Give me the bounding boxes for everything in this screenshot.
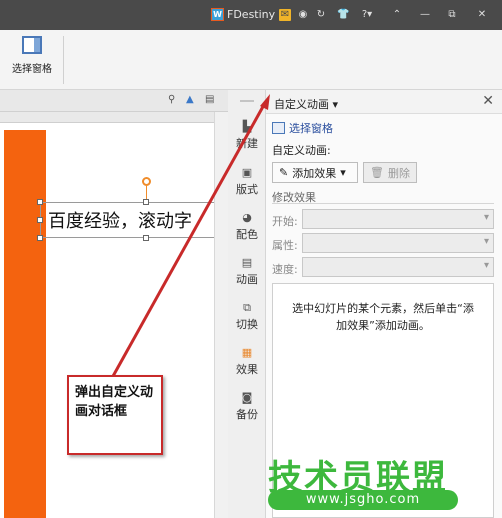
delete-button[interactable]: 🗑 删除 <box>363 162 417 183</box>
username: FDestiny <box>227 8 276 21</box>
restore-icon[interactable]: ⧉ <box>446 9 458 21</box>
selection-pane-label: 选择窗格 <box>12 64 52 75</box>
start-label: 开始: <box>272 215 298 228</box>
resize-handle[interactable] <box>37 199 43 205</box>
transition-icon: ⧉ <box>243 301 251 314</box>
trash-icon: 🗑 <box>370 166 384 179</box>
start-select[interactable] <box>302 209 494 229</box>
tab-label: 动画 <box>236 273 258 286</box>
wps-logo-icon: W <box>211 8 224 21</box>
shield-icon[interactable]: ◉ <box>297 9 309 21</box>
tab-label: 配色 <box>236 228 258 241</box>
refresh-icon[interactable]: ↻ <box>315 9 327 21</box>
backup-icon: ◙ <box>241 391 253 404</box>
tab-label: 版式 <box>236 183 258 196</box>
palette-icon: ◕ <box>242 211 252 224</box>
mail-icon[interactable]: ✉ <box>279 9 291 21</box>
tab-label: 新建 <box>236 137 258 150</box>
chevron-down-icon: ▾ <box>340 166 346 179</box>
add-effect-button[interactable]: ✎ 添加效果 ▾ <box>272 162 358 183</box>
property-label: 属性: <box>272 239 298 252</box>
selection-pane-button[interactable]: 选择窗格 <box>6 36 58 82</box>
speed-select[interactable] <box>302 257 494 277</box>
drag-grip[interactable] <box>240 100 254 102</box>
tab-palette[interactable]: ◕ 配色 <box>228 211 266 242</box>
pane-header: 自定义动画 ▾ ✕ <box>266 90 502 114</box>
cloud-icon[interactable]: ▲ <box>186 94 194 105</box>
tab-label: 效果 <box>236 363 258 376</box>
tab-transition[interactable]: ⧉ 切换 <box>228 301 266 332</box>
vertical-scrollbar[interactable] <box>214 112 228 518</box>
tab-effect[interactable]: ▦ 效果 <box>228 346 266 377</box>
minimize-icon[interactable]: — <box>419 9 431 21</box>
section-divider <box>272 203 494 204</box>
resize-handle[interactable] <box>143 235 149 241</box>
layout-icon: ▣ <box>241 166 253 179</box>
selection-pane-link[interactable]: 选择窗格 <box>272 120 333 136</box>
resize-handle[interactable] <box>37 217 43 223</box>
tab-animation[interactable]: ▤ 动画 <box>228 256 266 287</box>
tab-layout[interactable]: ▣ 版式 <box>228 166 266 197</box>
tab-label: 切换 <box>236 318 258 331</box>
pane-title[interactable]: 自定义动画 ▾ <box>274 96 338 112</box>
selection-pane-icon <box>22 36 42 54</box>
ribbon-divider <box>63 36 64 84</box>
tab-label: 备份 <box>236 408 258 421</box>
animation-hint: 选中幻灯片的某个元素，然后单击“添加效果”添加动画。 <box>292 302 474 332</box>
resize-handle[interactable] <box>143 199 149 205</box>
speed-label: 速度: <box>272 263 298 276</box>
rotation-handle[interactable] <box>142 177 151 186</box>
slide-accent-bar <box>4 130 46 518</box>
close-icon[interactable]: ✕ <box>476 9 488 21</box>
pencil-icon: ✎ <box>279 166 289 179</box>
edit-toolbar: ⚲ ▲ ▤ <box>0 90 228 112</box>
property-select[interactable] <box>302 233 494 253</box>
slide-text[interactable]: 百度经验，滚动字 <box>48 207 214 233</box>
shirt-icon[interactable]: 👕 <box>337 9 349 21</box>
custom-animation-label: 自定义动画: <box>272 144 331 157</box>
task-pane-tabs: ▙ 新建 ▣ 版式 ◕ 配色 ▤ 动画 ⧉ 切换 ▦ 效果 ◙ 备份 <box>228 90 266 518</box>
tab-new[interactable]: ▙ 新建 <box>228 120 266 151</box>
pin-icon[interactable]: ⚲ <box>168 94 175 105</box>
watermark-url: www.jsgho.com <box>268 490 458 510</box>
new-slide-icon: ▙ <box>242 120 252 133</box>
watermark: 技术员联盟 www.jsgho.com <box>268 450 468 514</box>
chevron-up-icon[interactable]: ⌃ <box>391 9 403 21</box>
animation-icon: ▤ <box>241 256 253 269</box>
ribbon: 选择窗格 <box>0 30 502 90</box>
resize-handle[interactable] <box>37 235 43 241</box>
chevron-down-icon: ▾ <box>332 98 339 111</box>
user-account[interactable]: W FDestiny <box>211 8 275 21</box>
title-bar: W FDestiny ✉ ◉ ↻ 👕 ?▾ ⌃ — ⧉ ✕ <box>0 0 502 30</box>
help-icon[interactable]: ?▾ <box>357 9 377 21</box>
pane-options-icon[interactable]: ▤ <box>205 94 214 105</box>
close-icon[interactable]: ✕ <box>482 93 494 109</box>
tab-backup[interactable]: ◙ 备份 <box>228 391 266 422</box>
selection-pane-icon <box>272 122 285 134</box>
annotation-callout: 弹出自定义动画对话框 <box>67 375 163 455</box>
effect-icon: ▦ <box>241 346 253 359</box>
